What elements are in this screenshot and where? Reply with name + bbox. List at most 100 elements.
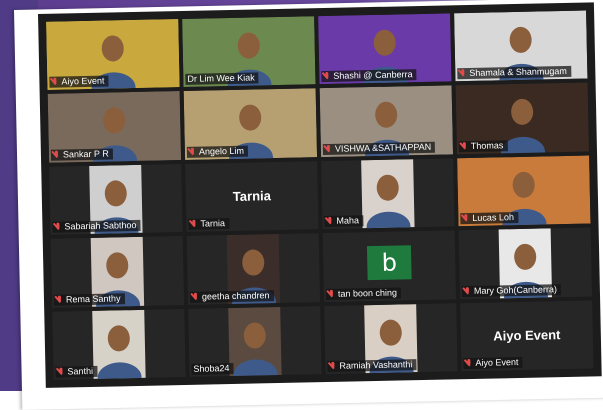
participant-tile[interactable]: Lucas Loh [457,155,591,227]
participant-name-label: Shashi @ Canberra [321,69,417,83]
participant-tile[interactable]: geetha chandren [186,233,321,305]
person-silhouette [101,35,125,62]
person-silhouette [104,180,128,207]
video-gallery: Aiyo Event Dr Lim Wee Kiak Shashi @ Canber… [38,2,602,388]
participant-name-label: Sabariah Sabthoo [52,220,141,233]
person-silhouette [107,324,131,352]
participant-tile[interactable]: Shamala & Shanmugam [454,10,588,82]
muted-mic-icon [461,142,468,151]
participant-name: Maha [336,215,360,226]
muted-mic-icon [323,72,330,81]
participant-tile[interactable]: Sankar P R [47,91,182,163]
muted-mic-icon [53,150,60,159]
participant-name-label: Tarnia [188,218,230,231]
muted-mic-icon [329,362,336,371]
participant-name: Aiyo Event [475,357,519,368]
muted-mic-icon [326,217,333,226]
person-shoulders [366,211,411,230]
muted-mic-icon [325,145,332,154]
participant-tile[interactable]: Rema Santhy [50,236,185,308]
person-silhouette [106,252,129,279]
muted-mic-icon [459,69,466,78]
participant-tile[interactable]: Maha [321,158,455,230]
participant-name-label: Aiyo Event [463,356,523,370]
participant-tile[interactable]: Thomas [455,82,589,155]
participant-name: Santhi [67,365,94,377]
muted-mic-icon [189,148,196,157]
participant-name: Shamala & Shanmugam [469,66,567,79]
participant-tile[interactable]: Mary Goh(Canberra) [458,227,593,299]
person-silhouette [513,243,537,271]
participant-name-label: Dr Lim Wee Kiak [185,72,259,86]
participant-avatar-logo: b [366,245,412,281]
participant-name-label: Aiyo Event [49,75,109,89]
person-silhouette [376,174,399,201]
participant-name: Rema Santhy [65,292,121,305]
participant-name-label: Shoba24 [191,362,234,375]
participant-name: Tarnia [200,218,226,229]
participant-tile[interactable]: Dr Lim Wee Kiak [182,16,316,88]
participant-name-label: Ramiah Vashanthi [327,359,417,373]
participant-video [360,158,415,230]
person-shoulders [97,361,142,380]
muted-mic-icon [462,214,469,223]
person-silhouette [238,104,262,132]
participant-name-label: Lucas Loh [460,212,519,225]
participant-name: Sabariah Sabthoo [64,220,137,232]
participant-name-label: Rema Santhy [53,292,125,306]
participant-name: Lucas Loh [472,212,515,224]
participant-name: geetha chandren [201,289,270,302]
participant-name: Thomas [470,140,504,151]
person-silhouette [237,32,260,59]
muted-mic-icon [465,359,472,368]
participant-tile[interactable]: Shashi @ Canberra [318,13,452,85]
participant-name-label: VISHWA &SATHAPPAN [322,141,436,155]
participant-name: Aiyo Event [61,76,105,87]
participant-name-label: Santhi [55,365,98,378]
participant-name-label: Sankar P R [50,148,113,161]
participant-tile[interactable]: Shoba24 [188,305,322,377]
participant-tile[interactable]: VISHWA &SATHAPPAN [319,85,454,157]
participant-name-label: geetha chandren [189,289,274,303]
participant-video [227,306,283,377]
participant-tile[interactable]: Aiyo Event [46,19,180,91]
muted-mic-icon [51,78,58,87]
person-silhouette [241,249,265,277]
participant-name-label: Mary Goh(Canberra) [461,283,562,297]
participant-tile[interactable]: Tarnia Tarnia [185,160,319,233]
person-silhouette [102,107,126,135]
muted-mic-icon [328,289,335,298]
participant-tile[interactable]: Aiyo Event Aiyo Event [460,300,594,372]
participant-tile[interactable]: Angelo Lim [183,88,318,160]
muted-mic-icon [54,223,61,232]
participant-video [91,309,147,380]
person-silhouette [510,99,534,126]
person-silhouette [374,101,398,129]
participant-tile[interactable]: Sabariah Sabthoo [49,163,183,235]
participant-name: Shoba24 [193,363,230,374]
participant-name-label: Thomas [458,139,508,153]
participant-name: Angelo Lim [198,145,245,157]
participant-name-label: Maha [324,215,364,228]
participant-tile[interactable]: b tan boon ching [322,230,457,302]
person-silhouette [243,321,267,349]
muted-mic-icon [192,292,199,301]
muted-mic-icon [56,295,63,304]
participant-name: Shashi @ Canberra [333,69,413,82]
muted-mic-icon [464,287,471,296]
participant-tile[interactable]: Santhi [52,308,186,380]
person-silhouette [509,26,532,54]
participant-name: Sankar P R [62,148,109,160]
participant-tile[interactable]: Ramiah Vashanthi [324,302,458,375]
participant-name: Mary Goh(Canberra) [473,283,558,296]
participant-name: Ramiah Vashanthi [339,359,413,371]
participant-name-label: Angelo Lim [186,145,249,158]
muted-mic-icon [190,220,197,229]
person-shoulders [233,359,278,377]
participant-name-label: tan boon ching [325,287,402,300]
gallery-grid: Aiyo Event Dr Lim Wee Kiak Shashi @ Canber… [46,10,594,380]
person-silhouette [373,29,396,57]
participant-name: tan boon ching [337,287,398,299]
person-silhouette [379,319,403,346]
participant-name: Dr Lim Wee Kiak [187,72,255,85]
